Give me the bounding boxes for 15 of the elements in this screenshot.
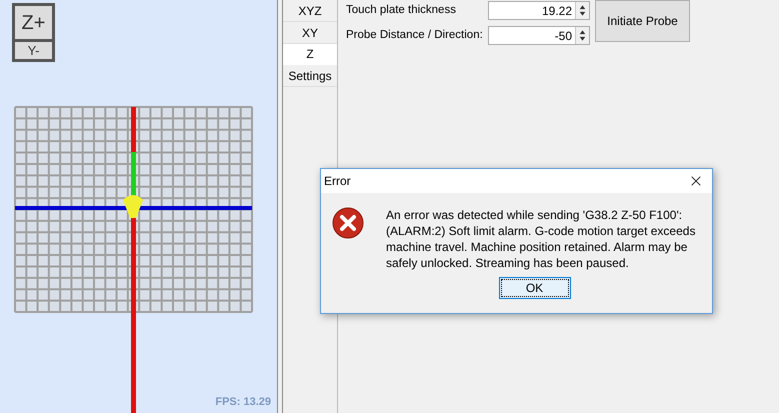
view-button[interactable]: Z+ <box>15 6 52 39</box>
view-button[interactable]: Y- <box>15 42 52 59</box>
spinner-arrows-icon <box>575 27 589 44</box>
dialog-title: Error <box>324 173 351 190</box>
initiate-probe-button[interactable]: Initiate Probe <box>595 0 690 42</box>
tool-cone-icon <box>123 195 143 218</box>
number-field[interactable]: -50 <box>488 26 590 45</box>
field-label: Touch plate thickness <box>346 2 457 18</box>
error-icon <box>332 207 364 239</box>
ok-button[interactable]: OK <box>498 277 570 299</box>
number-field[interactable]: 19.22 <box>488 1 590 20</box>
fps-counter: FPS: 13.29 <box>215 394 271 410</box>
error-message: An error was detected while sending 'G38.2 Z-50 F100': (ALARM:2) Soft limit alarm. G-code motion target exceeds machine travel. Machine position retained. Alarm may be safely unlocked. Streaming has been paused. <box>386 207 696 271</box>
tab[interactable]: Z <box>283 44 337 65</box>
field-label: Probe Distance / Direction: <box>346 28 484 43</box>
